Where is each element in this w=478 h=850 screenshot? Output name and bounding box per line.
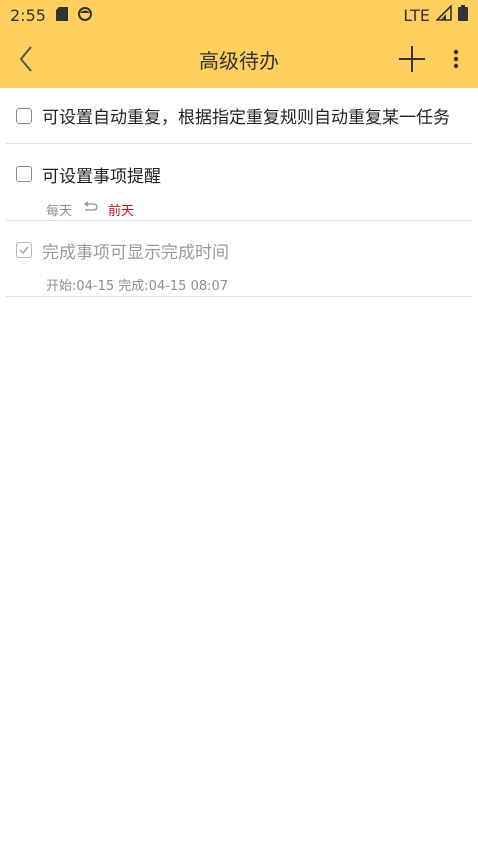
back-button[interactable]: [0, 30, 52, 88]
plus-icon: [399, 46, 425, 72]
more-button[interactable]: [434, 30, 478, 88]
todo-checkbox[interactable]: [16, 107, 32, 124]
completion-times: 开始:04-15 完成:04-15 08:07: [46, 278, 229, 294]
repeat-icon: [82, 201, 98, 217]
check-icon: [19, 246, 29, 255]
todo-text: 可设置自动重复，根据指定重复规则自动重复某一任务: [42, 108, 450, 128]
sd-card-icon: [55, 6, 68, 25]
todo-text: 完成事项可显示完成时间: [42, 242, 229, 263]
todo-text: 可设置事项提醒: [42, 166, 161, 187]
todo-item[interactable]: 可设置事项提醒 每天 前天: [6, 144, 472, 221]
todo-item[interactable]: 可设置自动重复，根据指定重复规则自动重复某一任务: [6, 88, 472, 144]
chevron-left-icon: [19, 46, 32, 72]
battery-icon: [458, 5, 468, 25]
repeat-label: 每天: [46, 203, 73, 219]
signal-icon: [435, 4, 452, 25]
status-bar: 2:55 LTE: [0, 0, 478, 30]
face-icon: [77, 6, 92, 25]
reminder-label: 前天: [108, 203, 135, 219]
status-time: 2:55: [10, 5, 46, 25]
todo-item[interactable]: 完成事项可显示完成时间 开始:04-15 完成:04-15 08:07: [6, 221, 472, 297]
network-type: LTE: [403, 5, 430, 25]
todo-checkbox[interactable]: [16, 166, 32, 182]
app-bar: 高级待办: [0, 30, 478, 88]
todo-checkbox-checked[interactable]: [16, 242, 32, 258]
todo-list: 可设置自动重复，根据指定重复规则自动重复某一任务 可设置事项提醒 每天 前天 完…: [0, 88, 478, 297]
add-button[interactable]: [390, 30, 434, 88]
more-vert-icon: [453, 49, 459, 69]
